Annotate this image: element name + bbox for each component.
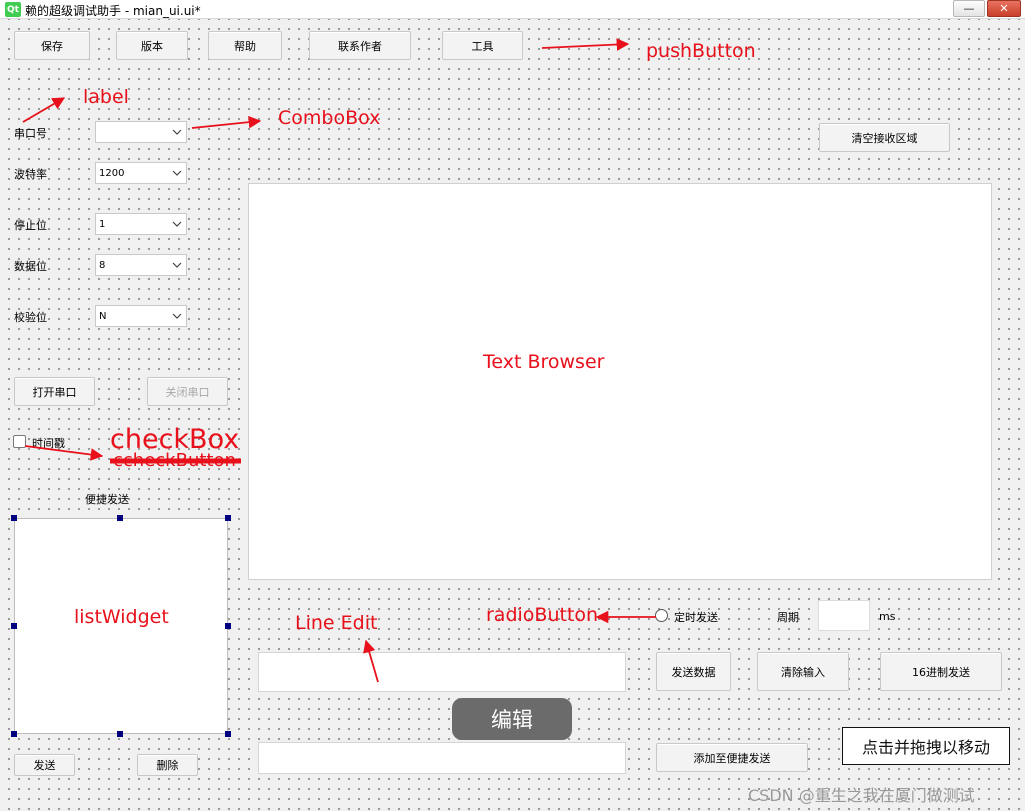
list-widget-annotation: listWidget <box>74 606 169 628</box>
text-browser-annotation: Text Browser <box>483 351 605 373</box>
edit-badge[interactable]: 编辑 <box>452 698 572 740</box>
line-edit-annotation: Line Edit <box>295 612 378 634</box>
combobox-arrow <box>191 115 262 129</box>
csdn-watermark: CSDN @重生之我在厦门做测试 <box>748 786 975 805</box>
pushbutton-annotation: pushButton <box>646 40 756 62</box>
checkbutton-annotation: ccheckButton <box>113 450 236 471</box>
radio-button-annotation: radioButton <box>486 604 599 626</box>
annotation-arrows <box>22 38 656 683</box>
label-arrow <box>22 97 66 123</box>
checkbox-arrow <box>24 445 104 461</box>
pushbutton-arrow <box>541 38 630 51</box>
label-annotation: label <box>83 86 129 108</box>
drag-hint-tooltip: 点击并拖拽以移动 <box>842 727 1010 765</box>
line-edit-arrow <box>363 639 379 683</box>
combobox-annotation: ComboBox <box>278 107 381 129</box>
